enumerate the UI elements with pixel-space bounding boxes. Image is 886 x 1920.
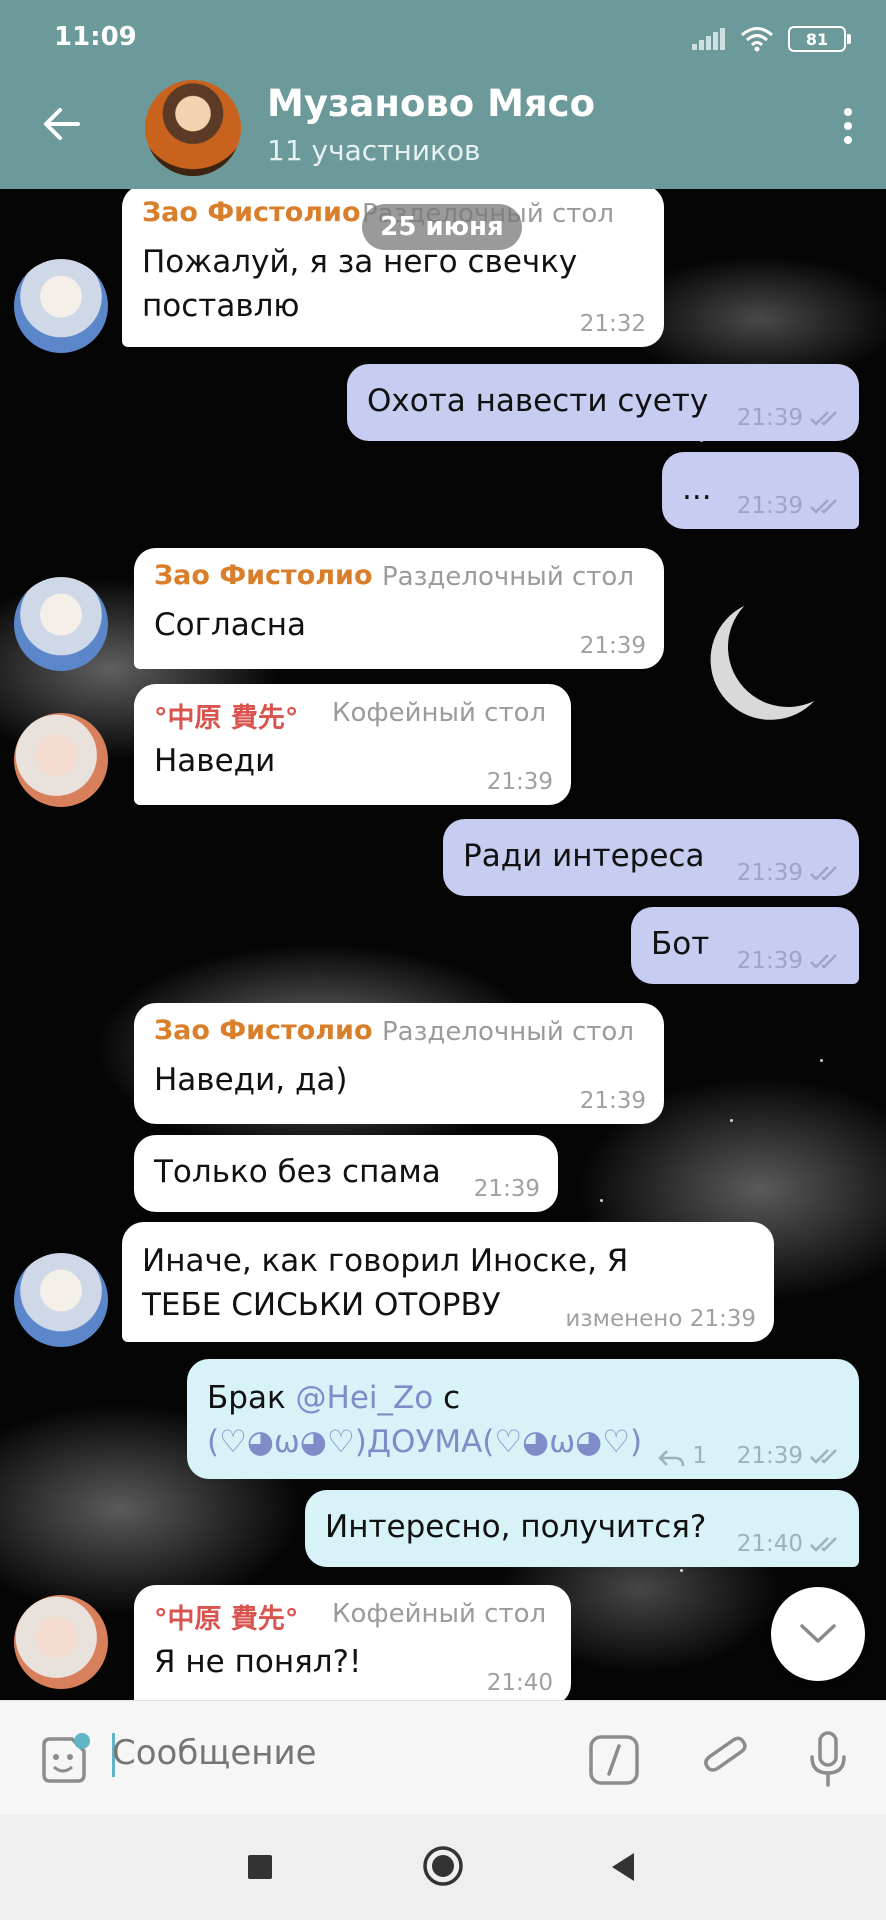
message-time: 21:39 [736, 493, 803, 519]
read-checkmarks-icon [810, 866, 837, 881]
message-composer [0, 1700, 886, 1816]
message-text: Охота навести суету [367, 383, 709, 419]
wifi-icon [741, 27, 773, 52]
date-separator: 25 июня [362, 204, 522, 250]
message-text: Наведи [154, 743, 276, 779]
message-bubble[interactable]: Охота навести суету 21:39 [347, 364, 859, 441]
star-decoration [680, 1569, 683, 1572]
message-time: 21:39 [473, 1176, 540, 1202]
message-text: Только без спама [154, 1154, 441, 1190]
back-triangle-icon[interactable] [608, 1851, 638, 1883]
message-sender[interactable]: °中原 費先° [154, 696, 298, 735]
message-text: Я не понял?! [154, 1644, 362, 1680]
star-decoration [730, 1119, 733, 1122]
read-checkmarks-icon [810, 499, 837, 514]
paperclip-icon[interactable] [698, 1731, 754, 1787]
avatar[interactable] [14, 713, 108, 807]
message-sender[interactable]: Зао Фистолио [154, 560, 373, 591]
back-arrow-icon[interactable] [42, 104, 82, 144]
signal-icon [692, 28, 725, 50]
recents-square-icon[interactable] [246, 1853, 274, 1881]
battery-icon: 81 [788, 26, 851, 52]
read-checkmarks-icon [810, 1537, 837, 1552]
message-bubble[interactable]: ... 21:39 [662, 452, 859, 529]
message-time: 21:39 [736, 860, 803, 886]
message-text: Бот [651, 926, 710, 962]
star-decoration [600, 1199, 603, 1202]
read-checkmarks-icon [810, 411, 837, 426]
message-bubble[interactable]: Брак @Hei_Zo с (♡◕ω◕♡)ДОУМА(♡◕ω◕♡) 1 21:… [187, 1359, 859, 1479]
message-list[interactable]: Зао Фистолио Разделочный стол Пожалуй, я… [0, 189, 886, 1700]
message-text: Иначе, как говорил Иноске, Я [142, 1243, 629, 1279]
message-bubble[interactable]: Зао Фистолио Разделочный стол Согласна 2… [134, 548, 664, 669]
message-text: (♡◕ω◕♡)ДОУМА(♡◕ω◕♡) [207, 1424, 643, 1460]
microphone-icon[interactable] [806, 1729, 850, 1789]
message-text: Брак @Hei_Zo с [207, 1380, 461, 1416]
message-bubble[interactable]: Зао Фистолио Разделочный стол Наведи, да… [134, 1003, 664, 1124]
read-checkmarks-icon [810, 1449, 837, 1464]
status-time: 11:09 [54, 22, 137, 52]
message-text: ТЕБЕ СИСЬКИ ОТОРВУ [142, 1287, 501, 1323]
message-text: поставлю [142, 288, 300, 324]
reply-arrow-icon [658, 1449, 685, 1466]
message-sender[interactable]: °中原 費先° [154, 1597, 298, 1636]
message-text: Ради интереса [463, 838, 705, 874]
message-time: 21:32 [579, 311, 646, 337]
home-circle-icon[interactable] [422, 1845, 464, 1887]
bot-commands-icon[interactable] [588, 1734, 640, 1786]
message-sender[interactable]: Зао Фистолио [154, 1015, 373, 1046]
more-options-icon[interactable] [838, 104, 858, 148]
message-bubble[interactable]: Интересно, получится? 21:40 [305, 1490, 859, 1567]
chat-member-count[interactable]: 11 участников [267, 134, 481, 167]
system-navigation-bar [0, 1815, 886, 1920]
message-input[interactable] [112, 1733, 562, 1773]
sticker-icon[interactable] [36, 1733, 92, 1789]
message-time: 21:39 [579, 1088, 646, 1114]
avatar[interactable] [14, 577, 108, 671]
avatar[interactable] [14, 259, 108, 353]
chat-title[interactable]: Музаново Мясо [267, 82, 595, 125]
read-checkmarks-icon [810, 954, 837, 969]
message-sender[interactable]: Зао Фистолио [142, 197, 361, 228]
message-time: 21:39 [736, 948, 803, 974]
status-icons: 81 [692, 26, 851, 52]
reply-count[interactable]: 1 [657, 1443, 707, 1469]
moon-decoration [711, 570, 865, 724]
message-time: 21:39 [486, 769, 553, 795]
message-bubble[interactable]: Бот 21:39 [631, 907, 859, 984]
message-sender-role: Кофейный стол [332, 698, 547, 728]
message-time: 21:39 [579, 633, 646, 659]
scroll-to-bottom-button[interactable] [771, 1587, 865, 1681]
message-sender-role: Разделочный стол [382, 562, 634, 592]
message-bubble[interactable]: °中原 費先° Кофейный стол Наведи 21:39 [134, 684, 571, 805]
message-time: 21:40 [736, 1531, 803, 1557]
message-bubble[interactable]: Только без спама 21:39 [134, 1135, 558, 1212]
chat-header: 11:09 81 Музаново Мясо 11 участников [0, 0, 886, 189]
chevron-down-icon [800, 1624, 836, 1643]
message-sender-role: Разделочный стол [382, 1017, 634, 1047]
message-time: 21:40 [486, 1670, 553, 1696]
user-mention-link[interactable]: @Hei_Zo [296, 1380, 434, 1416]
star-decoration [820, 1059, 823, 1062]
message-text: ... [682, 471, 712, 507]
message-bubble[interactable]: Ради интереса 21:39 [443, 819, 859, 896]
message-time: 21:39 [736, 1443, 803, 1469]
avatar[interactable] [14, 1595, 108, 1689]
message-bubble[interactable]: °中原 費先° Кофейный стол Я не понял?! 21:40 [134, 1585, 571, 1700]
avatar[interactable] [14, 1253, 108, 1347]
message-text: Пожалуй, я за него свечку [142, 244, 578, 280]
message-text: Интересно, получится? [325, 1509, 707, 1545]
group-avatar[interactable] [145, 80, 241, 176]
message-bubble[interactable]: Иначе, как говорил Иноске, Я ТЕБЕ СИСЬКИ… [122, 1222, 774, 1342]
message-time: изменено 21:39 [565, 1306, 756, 1332]
message-text: Наведи, да) [154, 1062, 348, 1098]
message-sender-role: Кофейный стол [332, 1599, 547, 1629]
message-time: 21:39 [736, 405, 803, 431]
message-text: Согласна [154, 607, 307, 643]
